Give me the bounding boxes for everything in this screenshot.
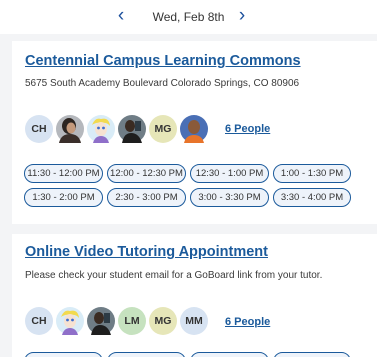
avatar[interactable]: [56, 307, 84, 335]
chevron-right-icon[interactable]: ›: [232, 5, 252, 27]
tutor-photo-2-icon: [87, 115, 115, 143]
time-slot-button[interactable]: 3:00 - 3:30 PM: [190, 188, 269, 207]
people-link[interactable]: 6 People: [225, 123, 270, 135]
time-slot-button[interactable]: 12:30 - 1:00 PM: [190, 164, 269, 183]
location-title[interactable]: Online Video Tutoring Appointment: [25, 244, 268, 260]
time-slot-button[interactable]: 1:30 - 2:00 PM: [24, 188, 103, 207]
avatar[interactable]: [87, 307, 115, 335]
location-card: Centennial Campus Learning Commons 5675 …: [12, 41, 377, 224]
tutor-avatars: CH MG: [25, 115, 211, 143]
people-link[interactable]: 6 People: [225, 316, 270, 328]
time-slot-button[interactable]: 1:00 - 1:30 PM: [273, 164, 351, 183]
time-slot-button[interactable]: 2:30 - 3:00 PM: [107, 188, 186, 207]
time-slots: [24, 352, 355, 357]
time-slot-button[interactable]: [107, 352, 186, 357]
avatar[interactable]: CH: [25, 115, 53, 143]
location-note: Please check your student email for a Go…: [25, 270, 323, 281]
location-address: 5675 South Academy Boulevard Colorado Sp…: [25, 78, 300, 89]
avatar[interactable]: [87, 115, 115, 143]
avatar[interactable]: [56, 115, 84, 143]
time-slots: 11:30 - 12:00 PM 12:00 - 12:30 PM 12:30 …: [24, 164, 355, 207]
current-date: Wed, Feb 8th: [152, 10, 225, 24]
tutor-photo-1-icon: [56, 115, 84, 143]
time-slot-button[interactable]: [24, 352, 103, 357]
time-slot-button[interactable]: [273, 352, 351, 357]
location-card: Online Video Tutoring Appointment Please…: [12, 234, 377, 357]
tutor-photo-3-icon: [118, 115, 146, 143]
tutor-photo-2-icon: [56, 307, 84, 335]
date-navigation: ‹ Wed, Feb 8th ›: [0, 0, 377, 34]
time-slot-button[interactable]: 3:30 - 4:00 PM: [273, 188, 351, 207]
avatar[interactable]: LM: [118, 307, 146, 335]
tutor-photo-3-icon: [87, 307, 115, 335]
avatar[interactable]: [118, 115, 146, 143]
time-slot-button[interactable]: 12:00 - 12:30 PM: [107, 164, 186, 183]
avatar[interactable]: MG: [149, 115, 177, 143]
avatar[interactable]: MM: [180, 307, 208, 335]
time-slot-button[interactable]: 11:30 - 12:00 PM: [24, 164, 103, 183]
chevron-left-icon[interactable]: ‹: [111, 5, 131, 27]
tutor-avatars: CH LM MG MM: [25, 307, 211, 335]
time-slot-button[interactable]: [190, 352, 269, 357]
location-title[interactable]: Centennial Campus Learning Commons: [25, 53, 301, 69]
avatar[interactable]: [180, 115, 208, 143]
avatar[interactable]: CH: [25, 307, 53, 335]
avatar[interactable]: MG: [149, 307, 177, 335]
tutor-photo-4-icon: [180, 115, 208, 143]
